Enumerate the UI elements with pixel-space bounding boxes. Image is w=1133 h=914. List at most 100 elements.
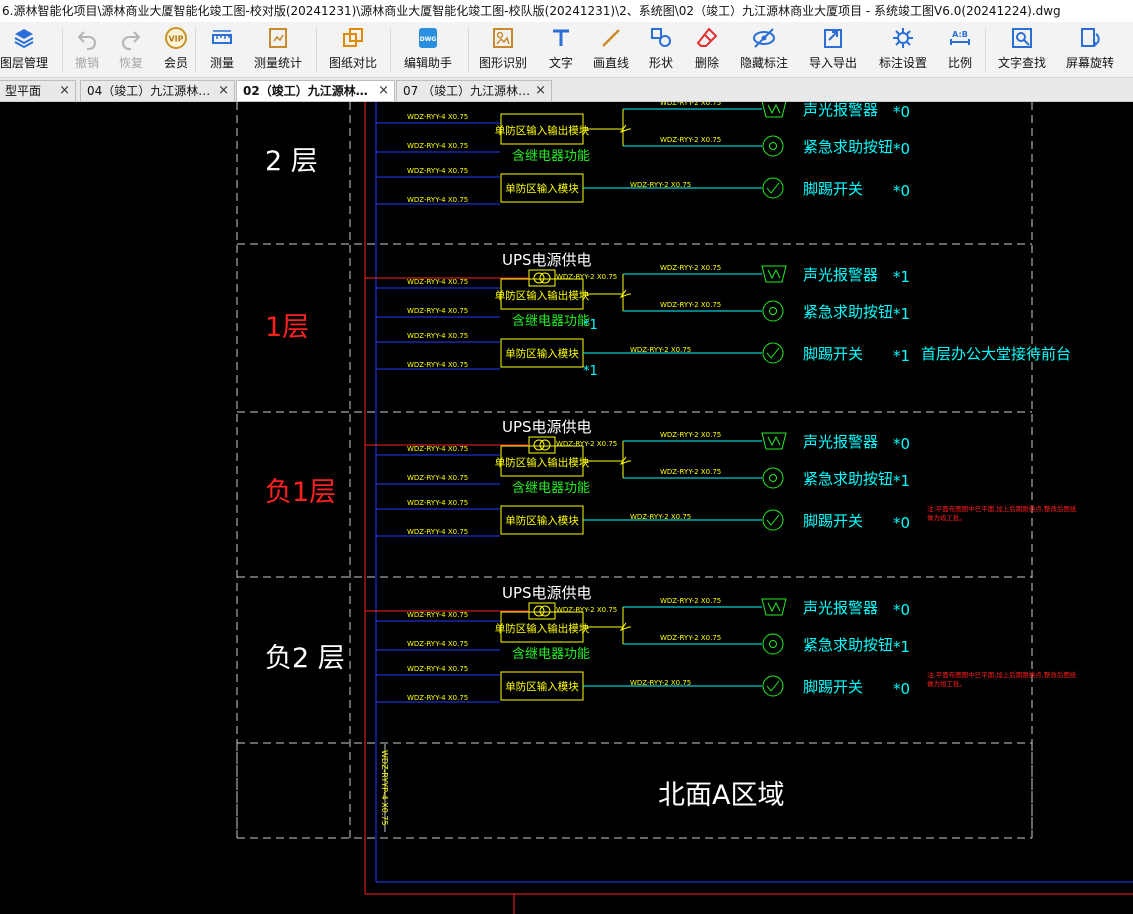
toolbar-button-layers[interactable]: 图层管理	[0, 26, 50, 74]
toolbar-separator	[985, 28, 986, 72]
emergency-button-icon	[762, 300, 784, 322]
toolbar-separator	[316, 28, 317, 72]
foot-switch-icon	[766, 347, 780, 359]
toolbar-button-label: 隐藏标注	[739, 56, 788, 70]
relay-note: 含继电器功能	[512, 313, 590, 329]
toolbar-button-edit-assistant[interactable]: DWG 编辑助手	[400, 26, 456, 74]
svg-text:VIP: VIP	[168, 35, 183, 44]
close-tab-icon[interactable]: ×	[378, 81, 389, 101]
wire-label: WDZ-RYY-4 X0.75	[407, 640, 468, 648]
toolbar-button-vip[interactable]: VIP 会员	[156, 26, 196, 74]
toolbar-button-shape-recognize[interactable]: 图形识别	[475, 26, 531, 74]
toolbar-button-label: 图层管理	[0, 56, 48, 70]
device-qty: *0	[893, 601, 910, 619]
red-note: 注:平面布图图中已平面,加上后期跟换点,整改后图纸做为竣工批。	[927, 504, 1077, 522]
foot-switch-icon	[762, 509, 784, 531]
ups-transformer-box	[528, 269, 556, 287]
toolbar-button-rotate-screen[interactable]: 屏幕旋转	[1062, 26, 1118, 74]
toolbar-button-compare[interactable]: 图纸对比	[325, 26, 381, 74]
svg-text:A:B: A:B	[952, 30, 968, 39]
text-search-icon	[1012, 28, 1032, 48]
foot-switch-icon	[762, 342, 784, 364]
device-qty: *0	[893, 140, 910, 158]
close-tab-icon[interactable]: ×	[59, 81, 70, 101]
document-tab[interactable]: 02（竣工）九江源林… ×	[236, 80, 395, 101]
toolbar-button-text[interactable]: 文字	[541, 26, 581, 74]
foot-qty-mark: *1	[583, 364, 598, 379]
foot-switch-icon	[766, 514, 780, 526]
tab-label: 07 （竣工）九江源林…	[403, 84, 531, 98]
foot-switch-icon	[762, 177, 784, 199]
toolbar-button-eraser[interactable]: 删除	[687, 26, 727, 74]
foot-switch-icon	[766, 680, 780, 692]
close-tab-icon[interactable]: ×	[535, 81, 546, 101]
floor-name: 1层	[265, 312, 309, 343]
foot-switch-icon	[762, 675, 784, 697]
toolbar-button-shape[interactable]: 形状	[641, 26, 681, 74]
wire-label: WDZ-RYY-2 X0.75	[660, 264, 721, 272]
toolbar-button-undo[interactable]: 撤销	[67, 26, 107, 74]
transformer-coil-icon	[533, 439, 545, 451]
toolbar-button-measure-stats[interactable]: 测量统计	[250, 26, 306, 74]
eraser-icon	[696, 27, 718, 47]
toolbar-button-label: 编辑助手	[403, 56, 452, 70]
wire-label: WDZ-RYY-4 X0.75	[407, 499, 468, 507]
toolbar-button-label: 测量统计	[253, 56, 302, 70]
shape-recognize-icon	[493, 28, 513, 48]
line-icon	[602, 29, 620, 47]
wire-label: WDZ-RYY-4 X0.75	[407, 113, 468, 121]
wire-label: WDZ-RYY-4 X0.75	[407, 196, 468, 204]
toolbar-button-annotation-settings[interactable]: 标注设置	[875, 26, 931, 74]
wire-label: WDZ-RYY-4 X0.75	[407, 665, 468, 673]
toolbar-button-hide[interactable]: 隐藏标注	[736, 26, 792, 74]
alarm-bell-icon	[767, 268, 781, 280]
toolbar-button-ruler[interactable]: 测量	[202, 26, 242, 74]
relay-note: 含继电器功能	[512, 480, 590, 496]
toolbar-button-import-export[interactable]: 导入导出	[805, 26, 861, 74]
device-qty: *1	[893, 638, 910, 656]
device-label: 脚踢开关	[803, 180, 863, 198]
transformer-coil-icon	[539, 272, 551, 284]
wire-label: WDZ-RYY-2 X0.75	[630, 181, 691, 189]
drawing-canvas[interactable]: WDZ-RYYP-4 X0.75 2 层 WDZ-RYY-4 X0.75 WDZ-RY…	[0, 102, 1133, 914]
text-icon	[553, 29, 569, 46]
vip-icon: VIP	[165, 27, 187, 49]
transformer-coil-icon	[539, 439, 551, 451]
device-label: 脚踢开关	[803, 678, 863, 696]
location-note: 首层办公大堂接待前台	[921, 345, 1071, 363]
tab-label: 04（竣工）九江源林…	[87, 84, 211, 98]
toolbar-button-scale[interactable]: A:B 比例	[940, 26, 980, 74]
toolbar-button-label: 文字	[548, 56, 573, 70]
device-qty: *1	[893, 472, 910, 490]
toolbar-button-label: 屏幕旋转	[1065, 56, 1114, 70]
toolbar-button-label: 测量	[209, 56, 234, 70]
relay-note: 含继电器功能	[512, 148, 590, 164]
input-module-label: 单防区输入模块	[505, 514, 579, 527]
toolbar-button-label: 比例	[947, 56, 972, 70]
wire-label: WDZ-RYY-2 X0.75	[660, 102, 721, 107]
alarm-bell-icon	[767, 435, 781, 447]
device-qty: *0	[893, 680, 910, 698]
document-tab[interactable]: 07 （竣工）九江源林… ×	[396, 80, 552, 101]
emergency-button-icon	[762, 633, 784, 655]
toolbar-separator	[390, 28, 391, 72]
toolbar-button-label: 会员	[163, 56, 188, 70]
io-module-label: 单防区输入输出模块	[495, 289, 590, 302]
toolbar-button-label: 导入导出	[808, 56, 857, 70]
wire-label: WDZ-RYY-4 X0.75	[407, 142, 468, 150]
toolbar-button-line[interactable]: 画直线	[589, 26, 633, 74]
close-tab-icon[interactable]: ×	[218, 81, 229, 101]
toolbar-button-text-search[interactable]: 文字查找	[994, 26, 1050, 74]
wire-label: WDZ-RYY-2 X0.75	[630, 513, 691, 521]
document-tab[interactable]: 型平面 ×	[0, 80, 76, 101]
device-qty: *0	[893, 103, 910, 121]
layers-icon	[14, 29, 34, 49]
ups-label: UPS电源供电	[502, 251, 592, 269]
toolbar-button-redo[interactable]: 恢复	[111, 26, 151, 74]
wire-label: WDZ-RYY-4 X0.75	[407, 278, 468, 286]
document-tab[interactable]: 04（竣工）九江源林… ×	[80, 80, 235, 101]
ups-transformer-box	[528, 436, 556, 454]
io-module-label: 单防区输入输出模块	[495, 456, 590, 469]
toolbar-button-label: 文字查找	[997, 56, 1046, 70]
toolbar-button-label: 形状	[648, 56, 673, 70]
